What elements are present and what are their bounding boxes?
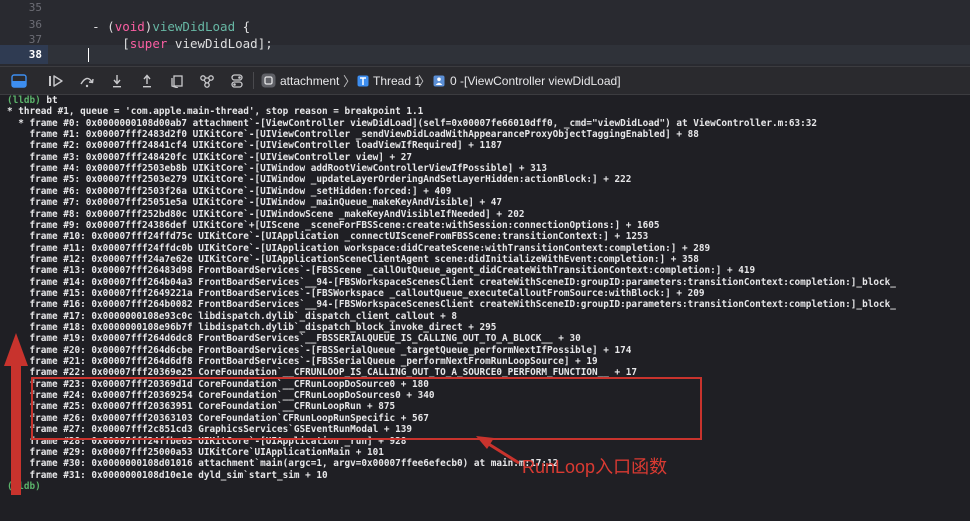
annotation-arrows (4, 333, 520, 495)
stack-direction-arrow-icon (4, 333, 28, 495)
runloop-entry-annotation: RunLoop入口函数 (522, 457, 668, 477)
pointer-arrow-icon (476, 436, 520, 465)
